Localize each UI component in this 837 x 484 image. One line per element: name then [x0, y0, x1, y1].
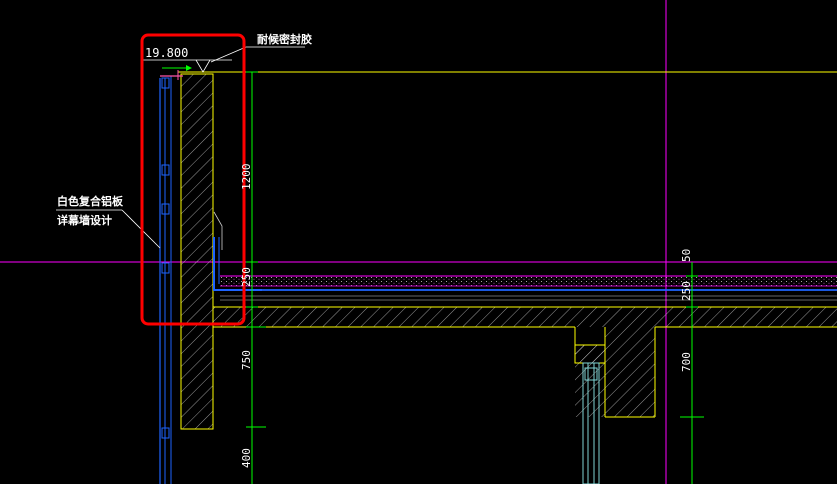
- elevation-label: 19.800: [145, 46, 188, 60]
- dimension-1200: 1200: [240, 164, 253, 191]
- parapet-wall: [180, 73, 214, 430]
- elevation-marker: [142, 59, 232, 73]
- reference-lines: [0, 0, 837, 484]
- roof-slab: [213, 306, 837, 328]
- annotation-left-line1: 白色复合铝板: [57, 194, 124, 208]
- aluminum-panel: [159, 70, 183, 484]
- roofing-layers: [213, 211, 837, 301]
- dimension-750: 750: [240, 350, 253, 370]
- annotation-left-line2: 详幕墙设计: [57, 213, 112, 227]
- dimension-400: 400: [240, 448, 253, 468]
- dimension-700: 700: [680, 352, 693, 372]
- dimension-50: 50: [680, 249, 693, 262]
- cad-drawing-canvas: 19.800 耐候密封胶 白色复合铝板 详幕墙设计 1200 250 50 25…: [0, 0, 837, 484]
- dimension-250-right: 250: [680, 281, 693, 301]
- annotation-top: 耐候密封胶: [257, 32, 312, 46]
- dimension-250-upper: 250: [240, 267, 253, 287]
- beam: [574, 327, 656, 418]
